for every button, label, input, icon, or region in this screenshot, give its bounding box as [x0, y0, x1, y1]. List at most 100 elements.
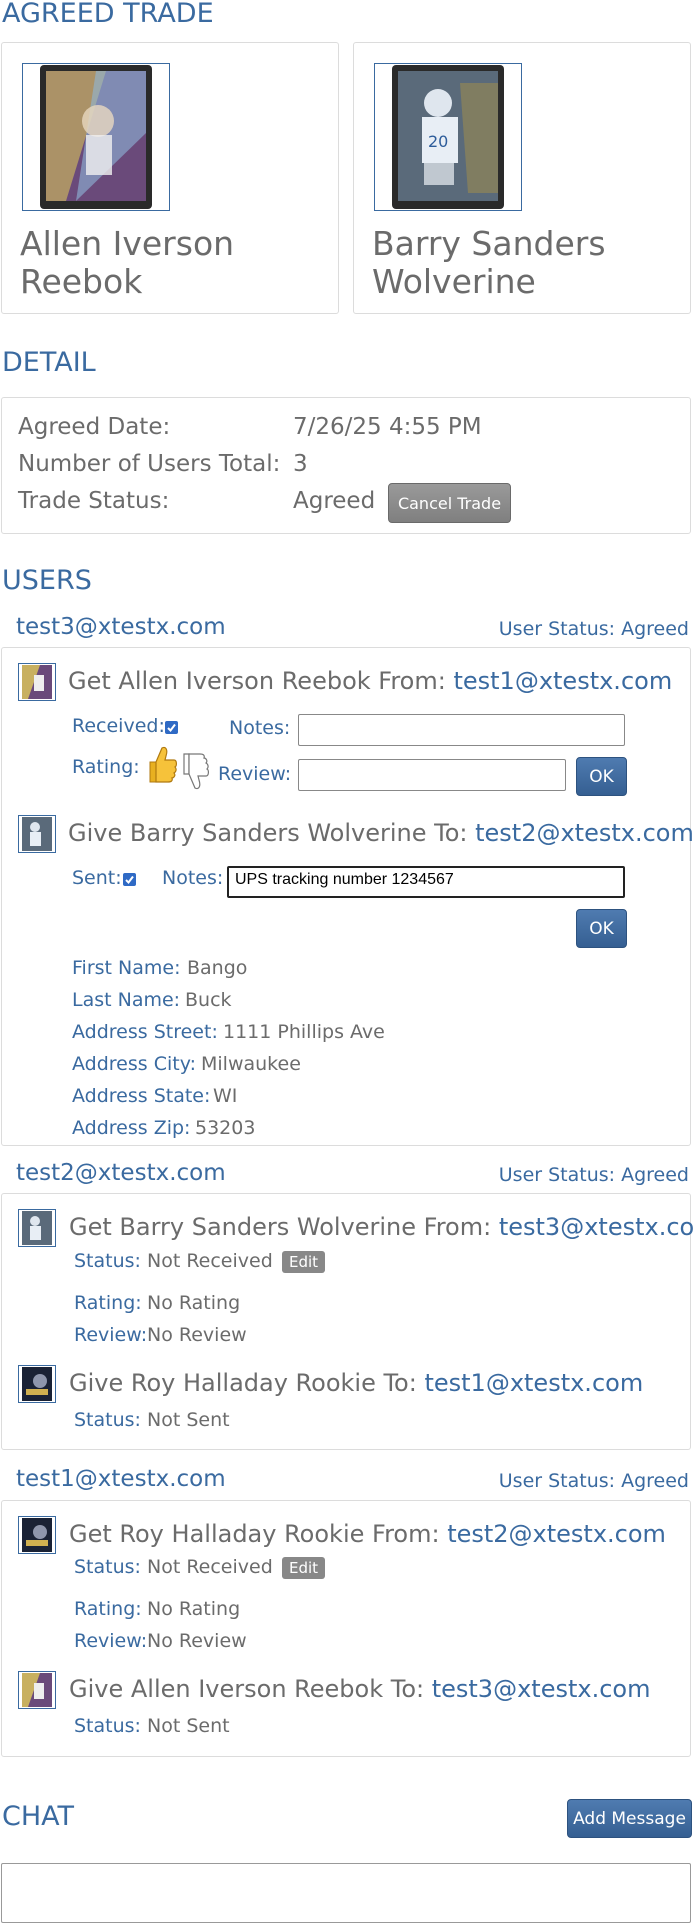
- user-panel-test1: Get Roy Halladay Rookie From: test2@xtes…: [1, 1500, 691, 1757]
- give-status-label-u2: Status:: [74, 1409, 141, 1431]
- trade-status-label: Trade Status:: [18, 488, 170, 514]
- thumb-art-sanders: [22, 817, 52, 851]
- agreed-date-label: Agreed Date:: [18, 414, 171, 440]
- give-line-u2: Give Roy Halladay Rookie To: test1@xtest…: [69, 1369, 643, 1397]
- give-line-u1: Give Barry Sanders Wolverine To: test2@x…: [68, 819, 693, 847]
- ok-button-get[interactable]: OK: [576, 757, 627, 796]
- get-from-link-u2[interactable]: test3@xtestx.com: [499, 1213, 693, 1241]
- thumb-art-iverson: [22, 1673, 52, 1707]
- give-to-link-u2[interactable]: test1@xtestx.com: [424, 1369, 643, 1397]
- get-from-link-u3[interactable]: test2@xtestx.com: [447, 1520, 666, 1548]
- address-city-label: Address City:: [72, 1053, 196, 1075]
- last-name-value: Buck: [185, 989, 232, 1011]
- give-line-u3: Give Allen Iverson Reebok To: test3@xtes…: [69, 1675, 650, 1703]
- svg-text:20: 20: [428, 132, 448, 151]
- thumbs-down-icon[interactable]: [178, 752, 210, 796]
- check-icon: [167, 723, 176, 733]
- chat-input[interactable]: [1, 1863, 691, 1923]
- thumb-sanders[interactable]: [18, 1209, 56, 1247]
- address-city-value: Milwaukee: [201, 1053, 301, 1075]
- thumb-sanders[interactable]: [18, 815, 56, 853]
- last-name-label: Last Name:: [72, 989, 181, 1011]
- detail-title: DETAIL: [2, 347, 96, 378]
- received-label: Received:: [72, 715, 165, 737]
- review-value-u2: No Review: [147, 1324, 247, 1346]
- card-name-sanders: Barry Sanders Wolverine: [372, 224, 606, 301]
- rating-value-u2: No Rating: [147, 1292, 241, 1314]
- trade-card-sanders[interactable]: 20 Barry Sanders Wolverine: [353, 42, 691, 314]
- thumb-iverson[interactable]: [18, 1671, 56, 1709]
- rating-label-u3: Rating:: [74, 1598, 142, 1620]
- first-name-value: Bango: [187, 957, 248, 979]
- give-prefix-u1: Give Barry Sanders Wolverine To:: [68, 819, 476, 847]
- user-status: User Status: Agreed: [498, 618, 689, 640]
- first-name-label: First Name:: [72, 957, 181, 979]
- thumbs-up-icon[interactable]: [144, 744, 178, 788]
- user-email-test1: test1@xtestx.com: [16, 1466, 226, 1492]
- thumb-art-iverson: [22, 665, 52, 699]
- give-prefix-u3: Give Allen Iverson Reebok To:: [69, 1675, 432, 1703]
- trade-status-value: Agreed: [293, 488, 376, 514]
- thumb-art-halladay: [22, 1518, 52, 1552]
- address-street-label: Address Street:: [72, 1021, 218, 1043]
- get-line-u3: Get Roy Halladay Rookie From: test2@xtes…: [69, 1520, 666, 1548]
- rating-label-u2: Rating:: [74, 1292, 142, 1314]
- thumb-iverson[interactable]: [18, 663, 56, 701]
- card-art-iverson: [40, 65, 152, 209]
- give-status-label-u3: Status:: [74, 1715, 141, 1737]
- review-label-u1: Review:: [218, 763, 292, 785]
- detail-panel: Agreed Date: 7/26/25 4:55 PM Number of U…: [1, 397, 691, 534]
- review-input[interactable]: [298, 759, 566, 791]
- status-label-u2: Status:: [74, 1250, 141, 1272]
- review-value-u3: No Review: [147, 1630, 247, 1652]
- thumb-halladay[interactable]: [18, 1516, 56, 1554]
- add-message-button[interactable]: Add Message: [567, 1799, 692, 1838]
- sent-label: Sent:: [72, 867, 122, 889]
- rating-value-u3: No Rating: [147, 1598, 241, 1620]
- users-total-value: 3: [293, 451, 308, 477]
- address-zip-value: 53203: [195, 1117, 256, 1139]
- give-status-value-u3: Not Sent: [147, 1715, 230, 1737]
- address-zip-label: Address Zip:: [72, 1117, 191, 1139]
- edit-status-button-u3[interactable]: Edit: [282, 1557, 326, 1579]
- give-to-link-u1[interactable]: test2@xtestx.com: [475, 819, 693, 847]
- get-prefix-u1: Get Allen Iverson Reebok From:: [68, 667, 454, 695]
- rating-label-u1: Rating:: [72, 756, 140, 778]
- notes-label-u1-get: Notes:: [229, 717, 291, 739]
- users-title: USERS: [2, 565, 92, 596]
- status-value-u3: Not Received: [147, 1556, 273, 1578]
- review-label-u2: Review:: [74, 1324, 148, 1346]
- card-art-sanders: 20: [392, 65, 504, 209]
- card-image-iverson[interactable]: [22, 63, 170, 211]
- give-status-value-u2: Not Sent: [147, 1409, 230, 1431]
- ok-button-give[interactable]: OK: [576, 909, 627, 948]
- chat-title: CHAT: [2, 1801, 75, 1832]
- give-prefix-u2: Give Roy Halladay Rookie To:: [69, 1369, 425, 1397]
- thumbs-up-glyph: [149, 746, 177, 783]
- user-email-test3: test3@xtestx.com: [16, 614, 226, 640]
- card-name-iverson: Allen Iverson Reebok: [20, 224, 235, 301]
- address-state-value: WI: [213, 1085, 238, 1107]
- get-line-u1: Get Allen Iverson Reebok From: test1@xte…: [68, 667, 672, 695]
- status-label-u3: Status:: [74, 1556, 141, 1578]
- get-notes-input[interactable]: [298, 714, 625, 746]
- agreed-date-value: 7/26/25 4:55 PM: [293, 414, 482, 440]
- user-panel-test2: Get Barry Sanders Wolverine From: test3@…: [1, 1193, 693, 1450]
- users-total-label: Number of Users Total:: [18, 451, 281, 477]
- edit-status-button-u2[interactable]: Edit: [282, 1251, 326, 1273]
- address-street-value: 1111 Phillips Ave: [223, 1021, 385, 1043]
- user-status: User Status: Agreed: [498, 1470, 689, 1492]
- trade-card-iverson[interactable]: Allen Iverson Reebok: [1, 42, 339, 314]
- give-to-link-u3[interactable]: test3@xtestx.com: [432, 1675, 651, 1703]
- sent-checkbox[interactable]: [123, 873, 136, 886]
- notes-label-u1-give: Notes:: [162, 867, 224, 889]
- thumb-halladay[interactable]: [18, 1365, 56, 1403]
- get-from-link-u1[interactable]: test1@xtestx.com: [453, 667, 672, 695]
- received-checkbox[interactable]: [165, 721, 178, 734]
- get-line-u2: Get Barry Sanders Wolverine From: test3@…: [69, 1213, 693, 1241]
- give-notes-input[interactable]: UPS tracking number 1234567: [227, 866, 625, 898]
- cancel-trade-button[interactable]: Cancel Trade: [388, 483, 511, 523]
- card-image-sanders[interactable]: 20: [374, 63, 522, 211]
- user-panel-test3: Get Allen Iverson Reebok From: test1@xte…: [1, 647, 693, 1146]
- thumb-art-sanders: [22, 1211, 52, 1245]
